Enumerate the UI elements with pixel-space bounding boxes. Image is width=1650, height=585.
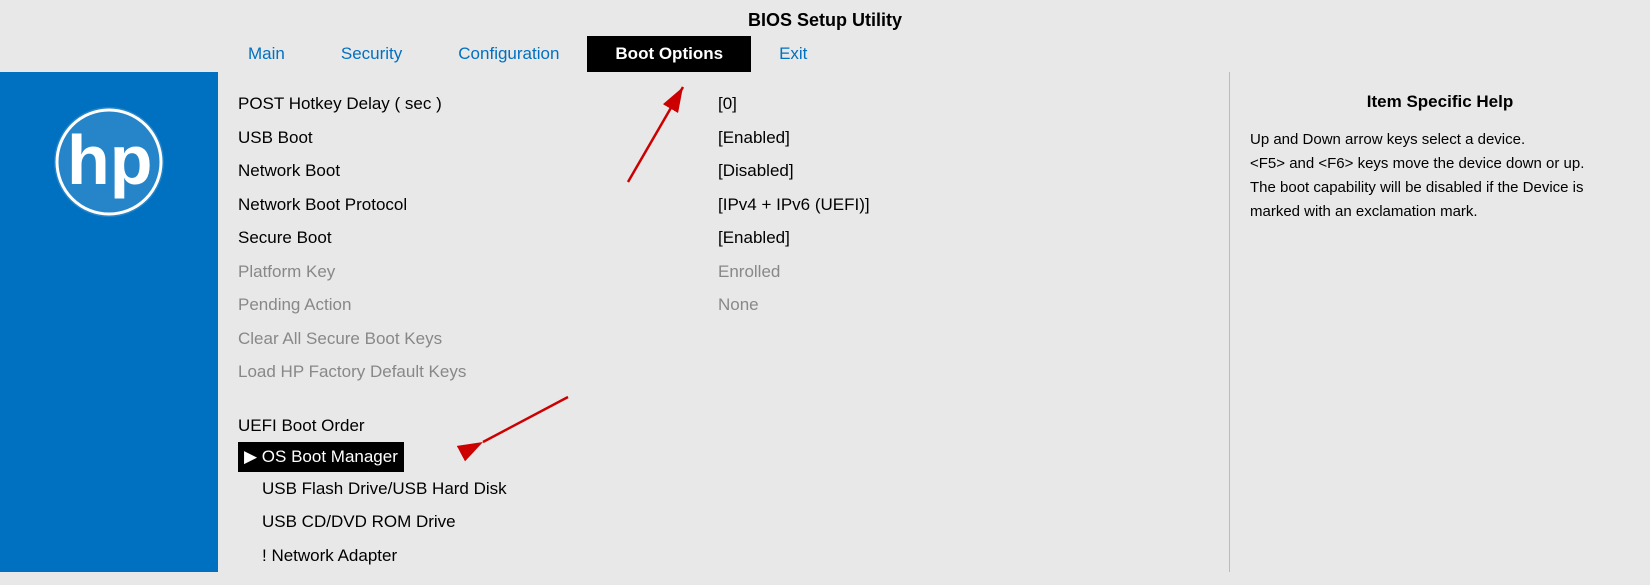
menu-item-network-adapter[interactable]: ! Network Adapter [238, 539, 1209, 573]
value-post-hotkey: [0] [718, 87, 870, 121]
hp-logo: hp [49, 102, 169, 222]
main-layout: hp POST Hotkey Delay ( sec ) USB Boot Ne… [0, 72, 1650, 572]
value-network-boot: [Disabled] [718, 154, 870, 188]
nav-boot-options[interactable]: Boot Options [587, 36, 751, 72]
help-panel: Item Specific Help Up and Down arrow key… [1230, 72, 1650, 572]
nav-main[interactable]: Main [220, 36, 313, 72]
value-platform-key: Enrolled [718, 255, 870, 289]
menu-item-os-boot-manager[interactable]: ▶ OS Boot Manager [238, 442, 404, 472]
nav-configuration[interactable]: Configuration [430, 36, 587, 72]
title-text: BIOS Setup Utility [748, 10, 902, 30]
content-area: POST Hotkey Delay ( sec ) USB Boot Netwo… [218, 72, 1230, 572]
nav-exit[interactable]: Exit [751, 36, 835, 72]
value-secure-boot: [Enabled] [718, 221, 870, 255]
value-usb-boot: [Enabled] [718, 121, 870, 155]
nav-bar: Main Security Configuration Boot Options… [0, 36, 1650, 72]
help-title: Item Specific Help [1250, 92, 1630, 112]
bios-title: BIOS Setup Utility [0, 0, 1650, 36]
value-pending-action: None [718, 288, 870, 322]
nav-security[interactable]: Security [313, 36, 430, 72]
menu-item-load-hp-keys: Load HP Factory Default Keys [238, 355, 1209, 389]
help-text: Up and Down arrow keys select a device. … [1250, 128, 1630, 224]
menu-item-usb-cd[interactable]: USB CD/DVD ROM Drive [238, 505, 1209, 539]
menu-item-uefi-boot-order: UEFI Boot Order [238, 409, 1209, 443]
menu-item-clear-secure-boot: Clear All Secure Boot Keys [238, 322, 1209, 356]
svg-text:hp: hp [67, 121, 153, 199]
value-network-boot-protocol: [IPv4 + IPv6 (UEFI)] [718, 188, 870, 222]
values-column: [0] [Enabled] [Disabled] [IPv4 + IPv6 (U… [718, 87, 870, 322]
menu-item-usb-flash[interactable]: USB Flash Drive/USB Hard Disk [238, 472, 1209, 506]
sidebar: hp [0, 72, 218, 572]
